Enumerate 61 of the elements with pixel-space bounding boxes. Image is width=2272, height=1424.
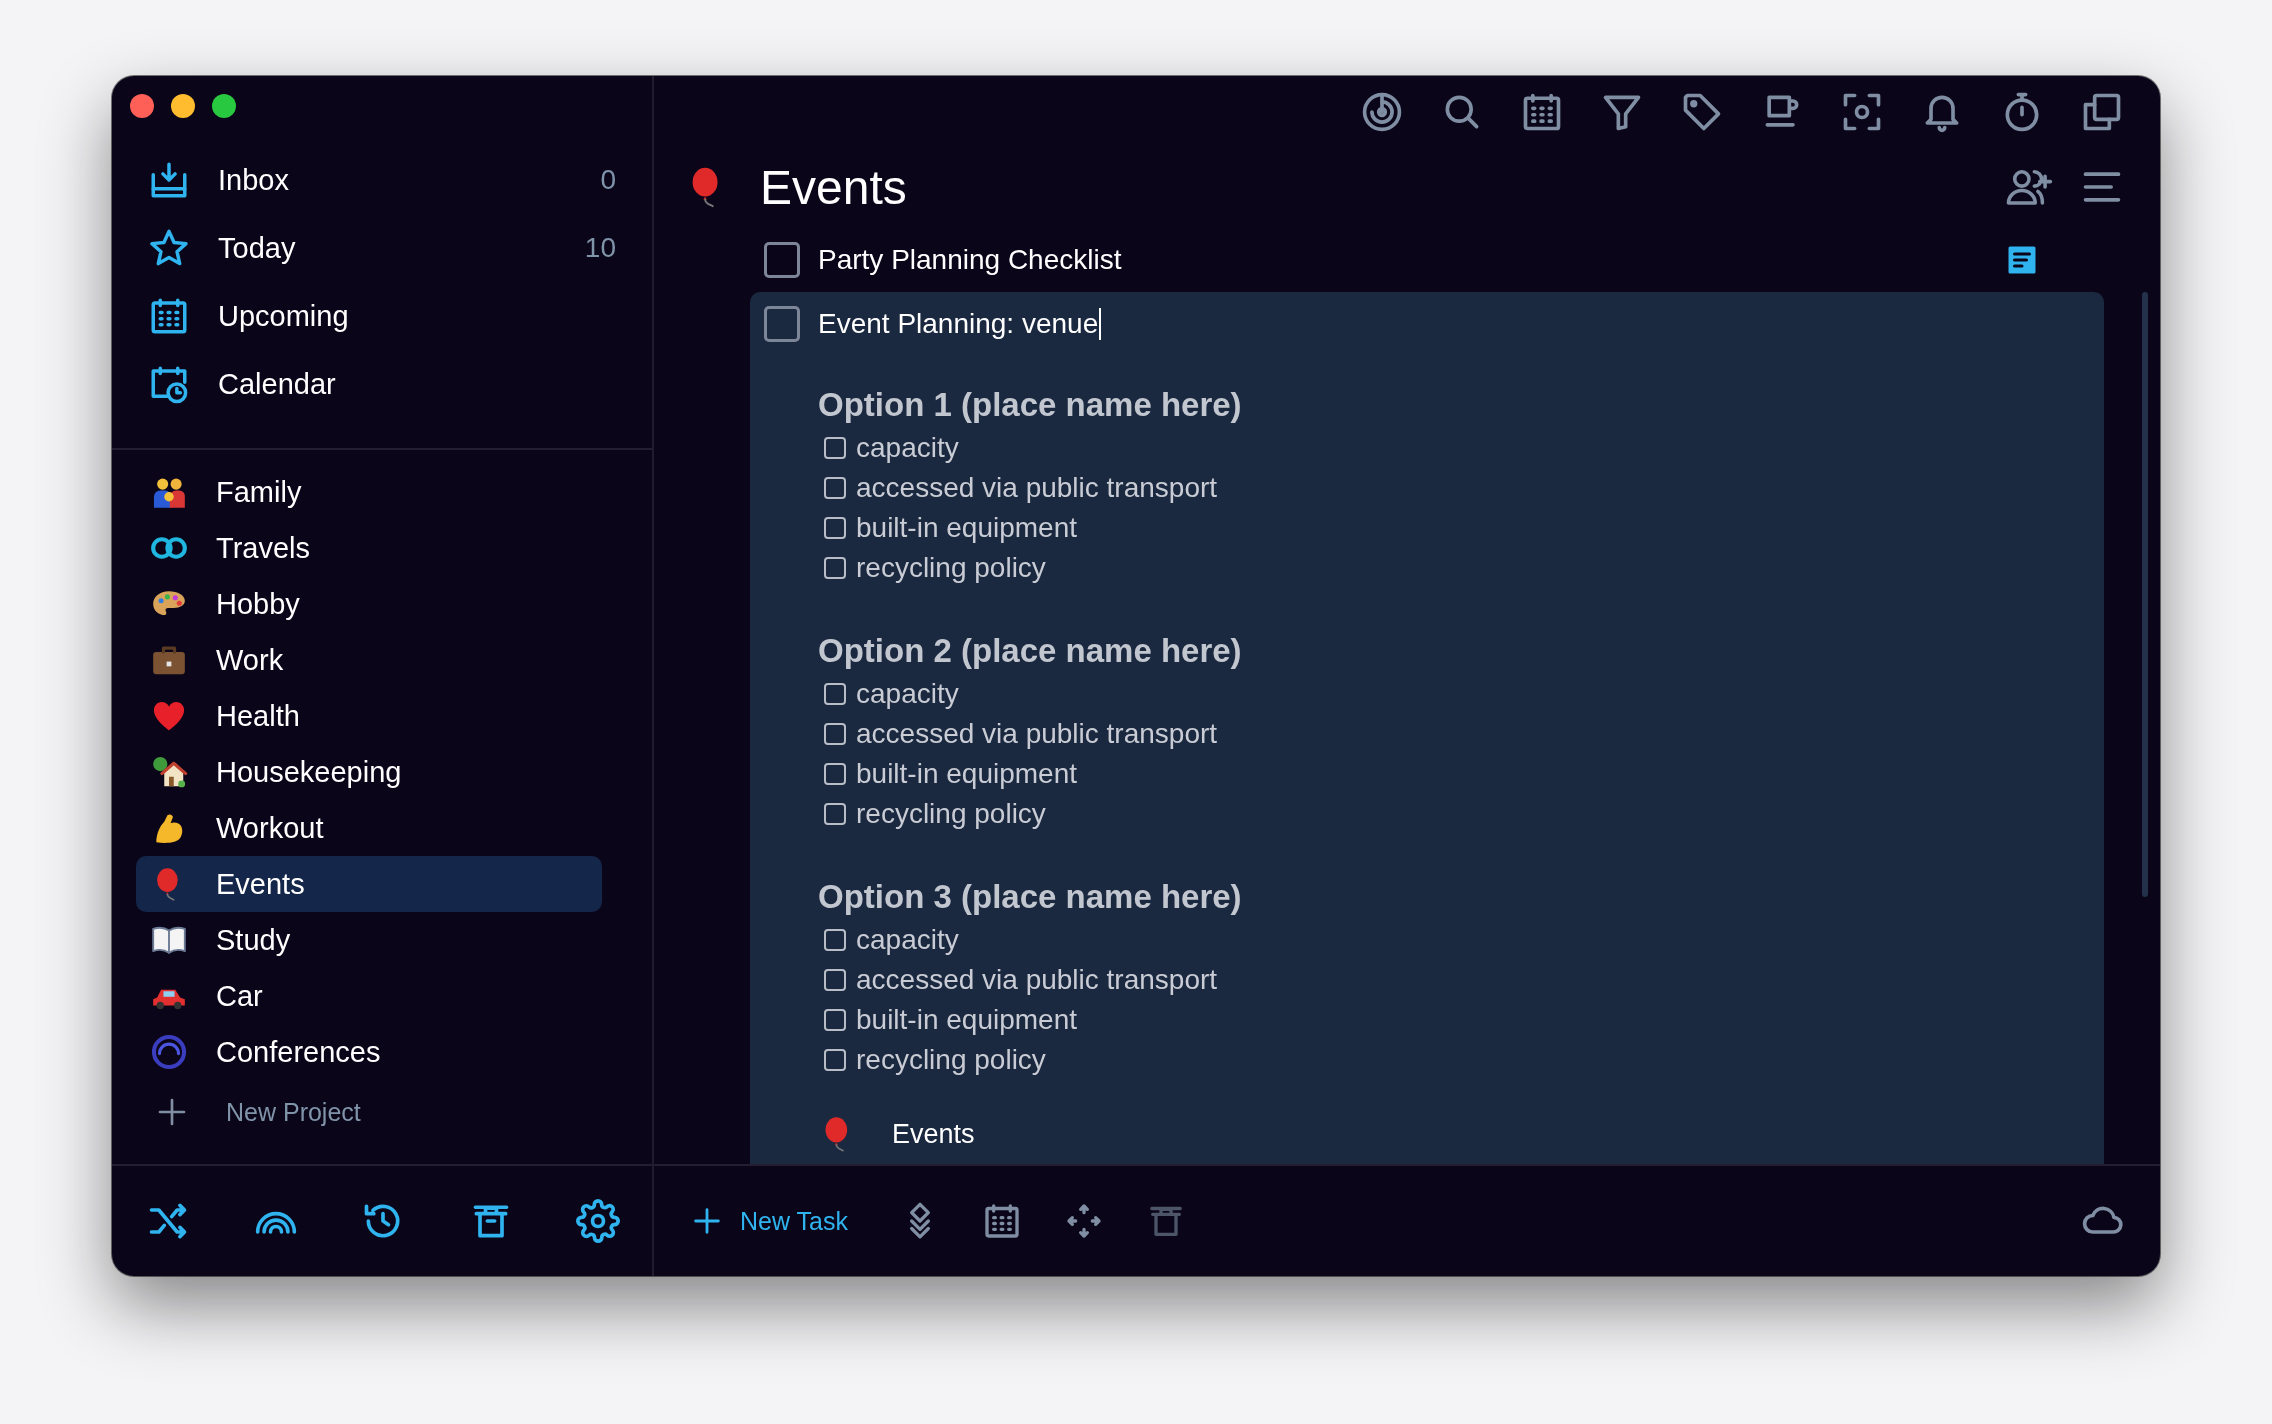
checklist-checkbox[interactable]	[824, 1049, 846, 1071]
checklist-item: capacity	[856, 432, 959, 464]
checklist-item: accessed via public transport	[856, 718, 1218, 750]
new-project-button[interactable]: New Project	[136, 1084, 602, 1140]
project-item[interactable]: Workout	[136, 800, 602, 856]
settings-icon[interactable]	[576, 1199, 620, 1243]
checklist-item: capacity	[856, 678, 959, 710]
section-heading: Option 2 (place name here)	[818, 632, 1243, 670]
task-checkbox[interactable]	[764, 242, 800, 278]
project-item[interactable]: Conferences	[136, 1024, 602, 1080]
project-item[interactable]: Housekeeping	[136, 744, 602, 800]
close-button[interactable]	[130, 94, 154, 118]
checklist-checkbox[interactable]	[824, 763, 846, 785]
checklist-checkbox[interactable]	[824, 683, 846, 705]
checklist-checkbox[interactable]	[824, 803, 846, 825]
checklist-item: accessed via public transport	[856, 964, 1218, 996]
task-title: Party Planning Checklist	[818, 244, 1123, 276]
checklist-item: recycling policy	[856, 1044, 1046, 1076]
project-item[interactable]: Events	[136, 856, 602, 912]
new-task-button[interactable]: New Task	[690, 1204, 848, 1238]
checklist-checkbox[interactable]	[824, 969, 846, 991]
section-heading: Option 1 (place name here)	[818, 386, 1243, 424]
checklist-item: built-in equipment	[856, 1004, 1078, 1036]
checklist-item: recycling policy	[856, 798, 1046, 830]
project-link[interactable]: Events	[818, 1114, 2104, 1154]
checklist-item: built-in equipment	[856, 758, 1078, 790]
project-item[interactable]: Car	[136, 968, 602, 1024]
checklist-item: recycling policy	[856, 552, 1046, 584]
scrollbar[interactable]	[2142, 292, 2148, 897]
checklist-item: built-in equipment	[856, 512, 1078, 544]
sidebar-item[interactable]: Inbox 0	[112, 146, 652, 214]
minimize-button[interactable]	[171, 94, 195, 118]
task-checkbox[interactable]	[764, 306, 800, 342]
sidebar-item[interactable]: Calendar	[112, 350, 652, 418]
project-item[interactable]: Study	[136, 912, 602, 968]
task-row[interactable]: Party Planning Checklist	[764, 228, 2104, 292]
plus-icon	[156, 1096, 188, 1128]
checklist-checkbox[interactable]	[824, 477, 846, 499]
radar-icon[interactable]	[1360, 90, 1404, 134]
sidebar-item[interactable]: Upcoming	[112, 282, 652, 350]
checklist-checkbox[interactable]	[824, 437, 846, 459]
item-count: 10	[584, 232, 616, 264]
checklist-checkbox[interactable]	[824, 929, 846, 951]
checklist-item: capacity	[856, 924, 959, 956]
ring-icon	[150, 1033, 188, 1071]
checklist-checkbox[interactable]	[824, 723, 846, 745]
project-item[interactable]: Travels	[136, 520, 602, 576]
project-item[interactable]: Hobby	[136, 576, 602, 632]
task-title-field[interactable]: Event Planning: venue	[818, 308, 1102, 340]
item-count: 0	[600, 164, 616, 196]
project-title: Events	[760, 159, 908, 215]
checklist-checkbox[interactable]	[824, 517, 846, 539]
section-heading: Option 3 (place name here)	[818, 878, 1243, 916]
project-item[interactable]: Family	[136, 464, 602, 520]
checklist-item: accessed via public transport	[856, 472, 1218, 504]
sidebar-item[interactable]: Today 10	[112, 214, 652, 282]
checklist-checkbox[interactable]	[824, 1009, 846, 1031]
zoom-button[interactable]	[212, 94, 236, 118]
checklist-checkbox[interactable]	[824, 557, 846, 579]
project-item[interactable]: Work	[136, 632, 602, 688]
project-item[interactable]: Health	[136, 688, 602, 744]
